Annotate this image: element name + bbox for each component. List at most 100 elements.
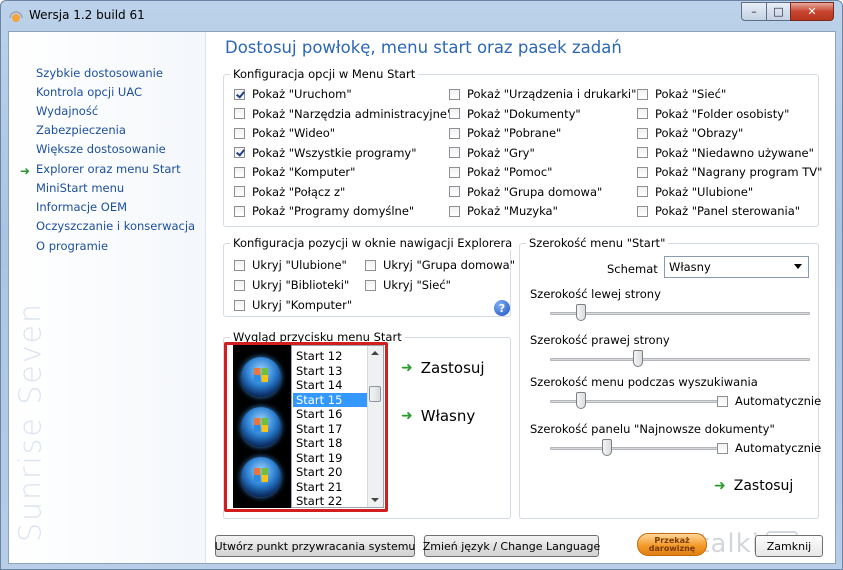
slider-thumb[interactable]	[576, 392, 587, 409]
change-language-button[interactable]: Zmień język / Change Language	[423, 535, 600, 557]
menu-start-option[interactable]: Pokaż "Niedawno używane"	[637, 146, 814, 160]
slider-track[interactable]	[550, 312, 810, 315]
menu-start-option[interactable]: Pokaż "Sieć"	[637, 87, 726, 101]
explorer-hide-option[interactable]: Ukryj "Biblioteki"	[234, 278, 349, 292]
slider-thumb[interactable]	[576, 304, 587, 321]
list-item[interactable]: Start 20	[293, 465, 370, 479]
menu-start-option[interactable]: Pokaż "Programy domyślne"	[234, 204, 414, 218]
close-window-button[interactable]: ✕	[790, 2, 834, 21]
checkbox-box[interactable]	[449, 186, 460, 197]
checkbox-box[interactable]	[234, 205, 245, 217]
slider-thumb[interactable]	[633, 350, 644, 367]
checkbox-box[interactable]	[234, 299, 245, 311]
sidebar-item-quick[interactable]: Szybkie dostosowanie	[36, 66, 163, 80]
sidebar-item-security[interactable]: Zabezpieczenia	[36, 123, 126, 137]
auto-width-checkbox[interactable]: Automatycznie	[717, 394, 821, 408]
list-item[interactable]: Start 19	[293, 451, 370, 465]
checkbox-box[interactable]	[717, 442, 728, 454]
list-item[interactable]: Start 17	[293, 422, 370, 436]
help-icon[interactable]: ?	[494, 300, 510, 316]
checkbox-box[interactable]	[234, 186, 245, 197]
sidebar-item-performance[interactable]: Wydajność	[36, 104, 98, 118]
checkbox-box[interactable]	[449, 205, 460, 217]
menu-start-option[interactable]: Pokaż "Pobrane"	[449, 126, 561, 140]
checkbox-box[interactable]	[449, 166, 460, 178]
checkbox-box[interactable]	[637, 166, 648, 178]
list-item[interactable]: Start 18	[293, 436, 370, 450]
checkbox-box[interactable]	[717, 395, 728, 407]
start-style-listbox[interactable]: Start 12 Start 13 Start 14 Start 15 Start 16…	[291, 345, 384, 508]
checkbox-box[interactable]	[365, 279, 376, 291]
checkbox-box[interactable]	[234, 108, 245, 119]
list-item[interactable]: Start 15	[293, 392, 370, 407]
schema-select[interactable]: Własny	[664, 256, 809, 278]
list-item[interactable]: Start 13	[293, 364, 370, 378]
sidebar-item-explorer[interactable]: Explorer oraz menu Start	[36, 162, 181, 176]
custom-start-button[interactable]: ➜ Własny	[401, 407, 475, 425]
menu-start-option[interactable]: Pokaż "Połącz z"	[234, 185, 345, 199]
checkbox-box[interactable]	[234, 166, 245, 178]
explorer-hide-option[interactable]: Ukryj "Komputer"	[234, 298, 352, 312]
checkbox-box[interactable]	[234, 88, 245, 100]
apply-width-button[interactable]: ➜ Zastosuj	[714, 478, 793, 494]
sidebar-item-about[interactable]: O programie	[36, 239, 108, 253]
checkbox-box[interactable]	[637, 108, 648, 119]
explorer-hide-option[interactable]: Ukryj "Grupa domowa"	[365, 258, 515, 272]
list-item[interactable]: Start 22	[293, 494, 370, 507]
menu-start-option[interactable]: Pokaż "Grupa domowa"	[449, 185, 602, 199]
menu-start-option[interactable]: Pokaż "Nagrany program TV"	[637, 165, 822, 179]
menu-start-option[interactable]: Pokaż "Komputer"	[234, 165, 355, 179]
checkbox-box[interactable]	[637, 147, 648, 158]
minimize-button[interactable]: –	[741, 2, 767, 21]
menu-start-option[interactable]: Pokaż "Ulubione"	[637, 185, 753, 199]
sidebar-item-cleanup[interactable]: Oczyszczanie i konserwacja	[36, 219, 195, 233]
slider-thumb[interactable]	[602, 439, 613, 456]
menu-start-option[interactable]: Pokaż "Panel sterowania"	[637, 204, 800, 218]
menu-start-option[interactable]: Pokaż "Dokumenty"	[449, 107, 581, 121]
sidebar-item-ministart[interactable]: MiniStart menu	[36, 181, 124, 195]
apply-start-button[interactable]: ➜ Zastosuj	[401, 359, 485, 377]
menu-start-option[interactable]: Pokaż "Muzyka"	[449, 204, 558, 218]
checkbox-box[interactable]	[365, 259, 376, 271]
menu-start-option[interactable]: Pokaż "Gry"	[449, 146, 535, 160]
menu-start-option[interactable]: Pokaż "Uruchom"	[234, 87, 352, 101]
maximize-button[interactable]: □	[766, 2, 791, 21]
checkbox-box[interactable]	[637, 205, 648, 217]
checkbox-box[interactable]	[449, 127, 460, 139]
slider-track[interactable]	[550, 447, 720, 450]
menu-start-option[interactable]: Pokaż "Wideo"	[234, 126, 335, 140]
listbox-scrollbar[interactable]	[367, 346, 383, 507]
scroll-down-icon[interactable]	[371, 498, 379, 502]
close-button[interactable]: Zamknij	[755, 535, 823, 557]
sidebar-item-uac[interactable]: Kontrola opcji UAC	[36, 85, 142, 99]
donate-button[interactable]: Przekaż darowiznę	[637, 533, 707, 556]
checkbox-box[interactable]	[234, 147, 245, 158]
slider-track[interactable]	[550, 358, 810, 361]
checkbox-box[interactable]	[637, 88, 648, 100]
checkbox-box[interactable]	[449, 147, 460, 158]
list-item[interactable]: Start 16	[293, 407, 370, 421]
sidebar-item-oem[interactable]: Informacje OEM	[36, 200, 127, 214]
list-item[interactable]: Start 12	[293, 349, 370, 363]
scroll-handle[interactable]	[369, 386, 381, 402]
list-item[interactable]: Start 14	[293, 378, 370, 392]
list-item[interactable]: Start 21	[293, 480, 370, 494]
title-bar[interactable]: Wersja 1.2 build 61 – □ ✕	[1, 1, 842, 31]
menu-start-option[interactable]: Pokaż "Wszystkie programy"	[234, 146, 417, 160]
scroll-up-icon[interactable]	[371, 351, 379, 355]
explorer-hide-option[interactable]: Ukryj "Ulubione"	[234, 258, 347, 272]
explorer-hide-option[interactable]: Ukryj "Sieć"	[365, 278, 451, 292]
menu-start-option[interactable]: Pokaż "Narzędzia administracyjne"	[234, 107, 452, 121]
checkbox-box[interactable]	[234, 279, 245, 291]
restore-point-button[interactable]: Utwórz punkt przywracania systemu	[215, 535, 415, 557]
checkbox-box[interactable]	[234, 127, 245, 139]
menu-start-option[interactable]: Pokaż "Folder osobisty"	[637, 107, 789, 121]
auto-width-checkbox[interactable]: Automatycznie	[717, 441, 821, 455]
checkbox-box[interactable]	[637, 186, 648, 197]
menu-start-option[interactable]: Pokaż "Urządzenia i drukarki"	[449, 87, 636, 101]
checkbox-box[interactable]	[234, 259, 245, 271]
menu-start-option[interactable]: Pokaż "Pomoc"	[449, 165, 552, 179]
menu-start-option[interactable]: Pokaż "Obrazy"	[637, 126, 743, 140]
checkbox-box[interactable]	[637, 127, 648, 139]
checkbox-box[interactable]	[449, 108, 460, 119]
